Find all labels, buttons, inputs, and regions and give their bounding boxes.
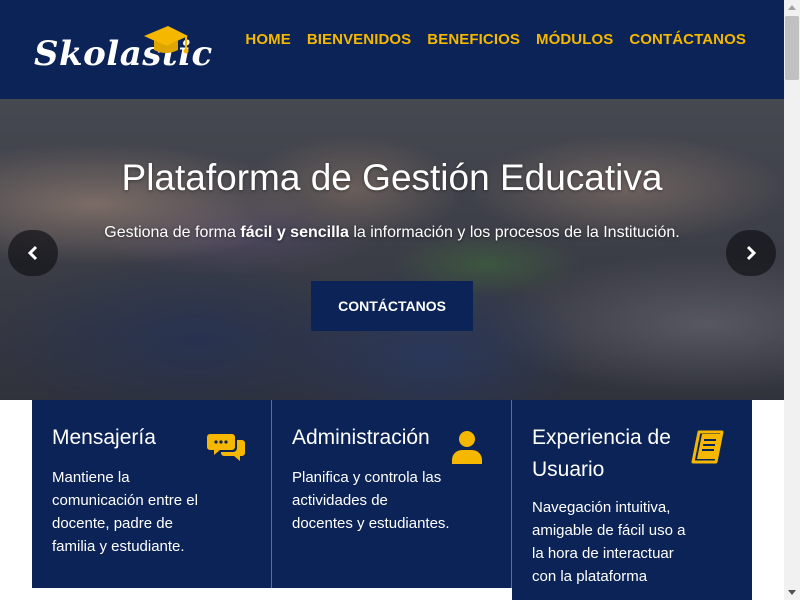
site-header: Skolastic HOME BIENVENIDOS BENEFICIOS MÓ… [0,0,784,99]
chevron-left-icon [27,245,38,261]
features-section: Mensajería Mantiene la comunicación entr… [32,400,752,600]
scroll-down-arrow-icon[interactable] [788,590,796,595]
card-description: Navegación intuitiva, amigable de fácil … [532,499,686,585]
scrollbar-thumb[interactable] [785,16,799,80]
logo[interactable]: Skolastic [34,22,212,82]
hero-subtitle-bold: fácil y sencilla [240,224,349,241]
card-title: Experiencia de Usuario [532,426,671,481]
hero-subtitle-prefix: Gestiona de forma [104,224,241,241]
nav-modulos[interactable]: MÓDULOS [536,31,613,48]
nav-beneficios[interactable]: BENEFICIOS [427,31,520,48]
carousel-next-button[interactable] [726,230,776,276]
nav-contactanos[interactable]: CONTÁCTANOS [629,31,746,48]
card-title: Administración [292,426,430,449]
chevron-right-icon [746,245,757,261]
graduation-cap-icon [144,26,189,54]
hero-subtitle: Gestiona de forma fácil y sencilla la in… [0,224,784,242]
page: Skolastic HOME BIENVENIDOS BENEFICIOS MÓ… [0,0,800,600]
card-title: Mensajería [52,426,156,449]
main-nav: HOME BIENVENIDOS BENEFICIOS MÓDULOS CONT… [245,31,746,48]
card-description: Planifica y controla las actividades de … [292,469,450,532]
nav-home[interactable]: HOME [245,31,290,48]
hero-title: Plataforma de Gestión Educativa [121,157,663,198]
chat-bubbles-icon [207,434,245,461]
feature-card-experiencia: Experiencia de Usuario Navegación intuit… [512,400,752,600]
hero-image [0,99,784,400]
card-description: Mantiene la comunicación entre el docent… [52,469,198,555]
hero-subtitle-suffix: la información y los procesos de la Inst… [348,224,680,241]
hero-carousel: Plataforma de Gestión Educativa Gestiona… [0,99,784,400]
scrollbar-track[interactable] [784,0,800,600]
user-icon [452,431,482,464]
hero-contact-button[interactable]: CONTÁCTANOS [311,281,473,331]
nav-bienvenidos[interactable]: BIENVENIDOS [307,31,411,48]
scroll-up-arrow-icon[interactable] [788,5,796,10]
feature-card-mensajeria: Mensajería Mantiene la comunicación entr… [32,400,272,588]
feature-card-administracion: Administración Planifica y controla las … [272,400,512,588]
book-icon [691,430,724,464]
carousel-prev-button[interactable] [8,230,58,276]
